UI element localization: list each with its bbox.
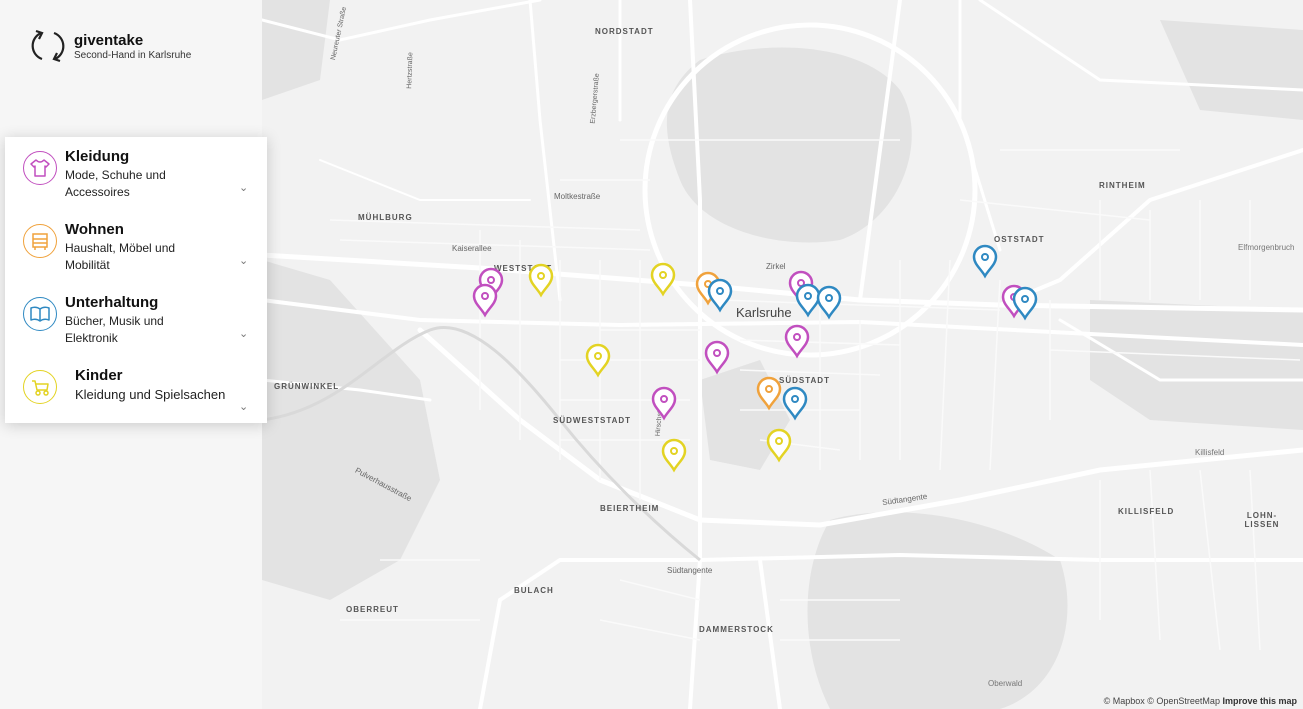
category-title: Wohnen <box>65 221 124 238</box>
map-marker-kinder[interactable] <box>528 263 554 298</box>
map-marker-kinder[interactable] <box>585 343 611 378</box>
stroller-icon <box>23 370 57 404</box>
category-title: Unterhaltung <box>65 294 159 311</box>
cycle-arrows-icon <box>31 29 65 63</box>
map-marker-wohnen[interactable] <box>756 376 782 411</box>
book-icon <box>23 297 57 331</box>
map-marker-unterhaltung[interactable] <box>707 278 733 313</box>
map-marker-kleidung[interactable] <box>704 340 730 375</box>
chevron-down-icon[interactable]: ⌄ <box>239 400 248 413</box>
chevron-down-icon[interactable]: ⌄ <box>239 254 248 267</box>
category-desc: Kleidung und Spielsachen <box>75 387 226 402</box>
category-wohnen[interactable]: Wohnen Haushalt, Möbel und Mobilität ⌄ <box>5 210 267 280</box>
map-marker-kinder[interactable] <box>766 428 792 463</box>
map-marker-unterhaltung[interactable] <box>972 244 998 279</box>
chevron-down-icon[interactable]: ⌄ <box>239 181 248 194</box>
logo[interactable]: giventake Second-Hand in Karlsruhe <box>30 26 191 66</box>
category-title: Kleidung <box>65 148 130 165</box>
map-marker-kinder[interactable] <box>650 262 676 297</box>
map-marker-kleidung[interactable] <box>651 386 677 421</box>
map-marker-kleidung[interactable] <box>784 324 810 359</box>
category-panel: Kleidung Mode, Schuhe und Accessoires ⌄ … <box>5 137 267 423</box>
category-unterhaltung[interactable]: Unterhaltung Bücher, Musik und Elektroni… <box>5 283 267 353</box>
shirt-icon <box>23 151 57 185</box>
category-desc: Bücher, Musik und Elektronik <box>65 314 164 345</box>
brand-subtitle: Second-Hand in Karlsruhe <box>74 49 192 61</box>
improve-map-link[interactable]: Improve this map <box>1222 696 1297 706</box>
map[interactable]: NORDSTADT MÜHLBURG RINTHEIM OSTSTADT WES… <box>262 0 1303 709</box>
chevron-down-icon[interactable]: ⌄ <box>239 327 248 340</box>
category-kleidung[interactable]: Kleidung Mode, Schuhe und Accessoires ⌄ <box>5 137 267 207</box>
marker-layer <box>472 244 1038 473</box>
map-marker-kleidung[interactable] <box>472 283 498 318</box>
map-marker-unterhaltung[interactable] <box>1012 286 1038 321</box>
map-marker-unterhaltung[interactable] <box>782 386 808 421</box>
map-marker-unterhaltung[interactable] <box>816 285 842 320</box>
category-desc: Haushalt, Möbel und Mobilität <box>65 241 176 272</box>
marker-layer-pins <box>472 244 1038 473</box>
furniture-icon <box>23 224 57 258</box>
brand-title: giventake <box>74 31 144 49</box>
attribution-text: © Mapbox © OpenStreetMap <box>1103 696 1220 706</box>
category-kinder[interactable]: Kinder Kleidung und Spielsachen ⌄ <box>5 356 267 426</box>
category-title: Kinder <box>75 367 123 384</box>
map-attribution: © Mapbox © OpenStreetMap Improve this ma… <box>1104 696 1297 706</box>
map-marker-kinder[interactable] <box>661 438 687 473</box>
category-desc: Mode, Schuhe und Accessoires <box>65 168 166 199</box>
map-marker-unterhaltung[interactable] <box>795 283 821 318</box>
